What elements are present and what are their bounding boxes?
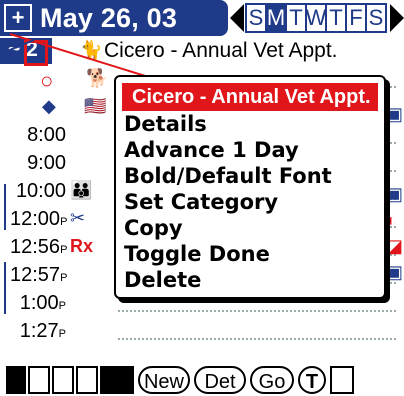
menu-item-details[interactable]: Details	[124, 111, 207, 137]
time-label: 1:27P	[19, 320, 66, 342]
people-icon: 👪	[70, 180, 93, 200]
rx-icon: Rx	[70, 236, 94, 256]
edge-text: t	[384, 82, 390, 103]
go-button[interactable]: Go	[250, 366, 294, 394]
add-event-icon[interactable]	[100, 366, 134, 394]
time-label: 12:57P	[10, 264, 68, 286]
details-button[interactable]: Det	[194, 366, 246, 394]
time-label: 8:00	[27, 124, 66, 146]
menu-header: Cicero - Annual Vet Appt.	[122, 83, 378, 111]
time-label: 10:00	[15, 180, 66, 202]
view-day-icon[interactable]	[6, 366, 26, 394]
view-list-icon[interactable]	[76, 366, 98, 394]
menu-item-copy[interactable]: Copy	[124, 215, 183, 241]
dots-line	[118, 310, 396, 312]
dog-icon: 🐕	[86, 68, 109, 88]
note-icon: ▣	[386, 104, 404, 124]
diamond-icon: ◆	[42, 96, 56, 116]
view-month-icon[interactable]	[52, 366, 74, 394]
new-button[interactable]: New	[138, 366, 190, 394]
scissors-icon: ✂	[70, 208, 86, 228]
note-icon: ▣	[386, 262, 404, 282]
bottom-toolbar: New Det Go T	[0, 360, 404, 396]
menu-item-delete[interactable]: Delete	[124, 267, 201, 293]
time-label: 12:56P	[10, 236, 68, 258]
duration-bracket	[4, 262, 10, 314]
flag-icon: 🇺🇸	[84, 96, 107, 116]
alarm-icon: ◪	[386, 236, 404, 256]
menu-item-advance-1-day[interactable]: Advance 1 Day	[124, 137, 299, 163]
menu-item-set-category[interactable]: Set Category	[124, 189, 278, 215]
time-label: 12:00P	[10, 208, 68, 230]
menu-item-toggle-done[interactable]: Toggle Done	[124, 241, 270, 267]
expand-icon[interactable]	[330, 366, 354, 394]
agenda-row[interactable]: 1:27P	[0, 318, 404, 344]
dots-line	[118, 338, 396, 340]
today-button[interactable]: T	[298, 366, 326, 394]
time-label: 1:00P	[19, 292, 66, 314]
time-label: 9:00	[27, 152, 66, 174]
context-menu: Cicero - Annual Vet Appt. Details Advanc…	[114, 75, 386, 299]
note-icon: ▣	[386, 184, 404, 204]
circle-icon: ◐	[386, 210, 397, 230]
duration-bracket	[4, 184, 10, 230]
circle-icon: ○	[40, 68, 54, 93]
view-week-icon[interactable]	[28, 366, 50, 394]
menu-item-bold-default-font[interactable]: Bold/Default Font	[124, 163, 332, 189]
